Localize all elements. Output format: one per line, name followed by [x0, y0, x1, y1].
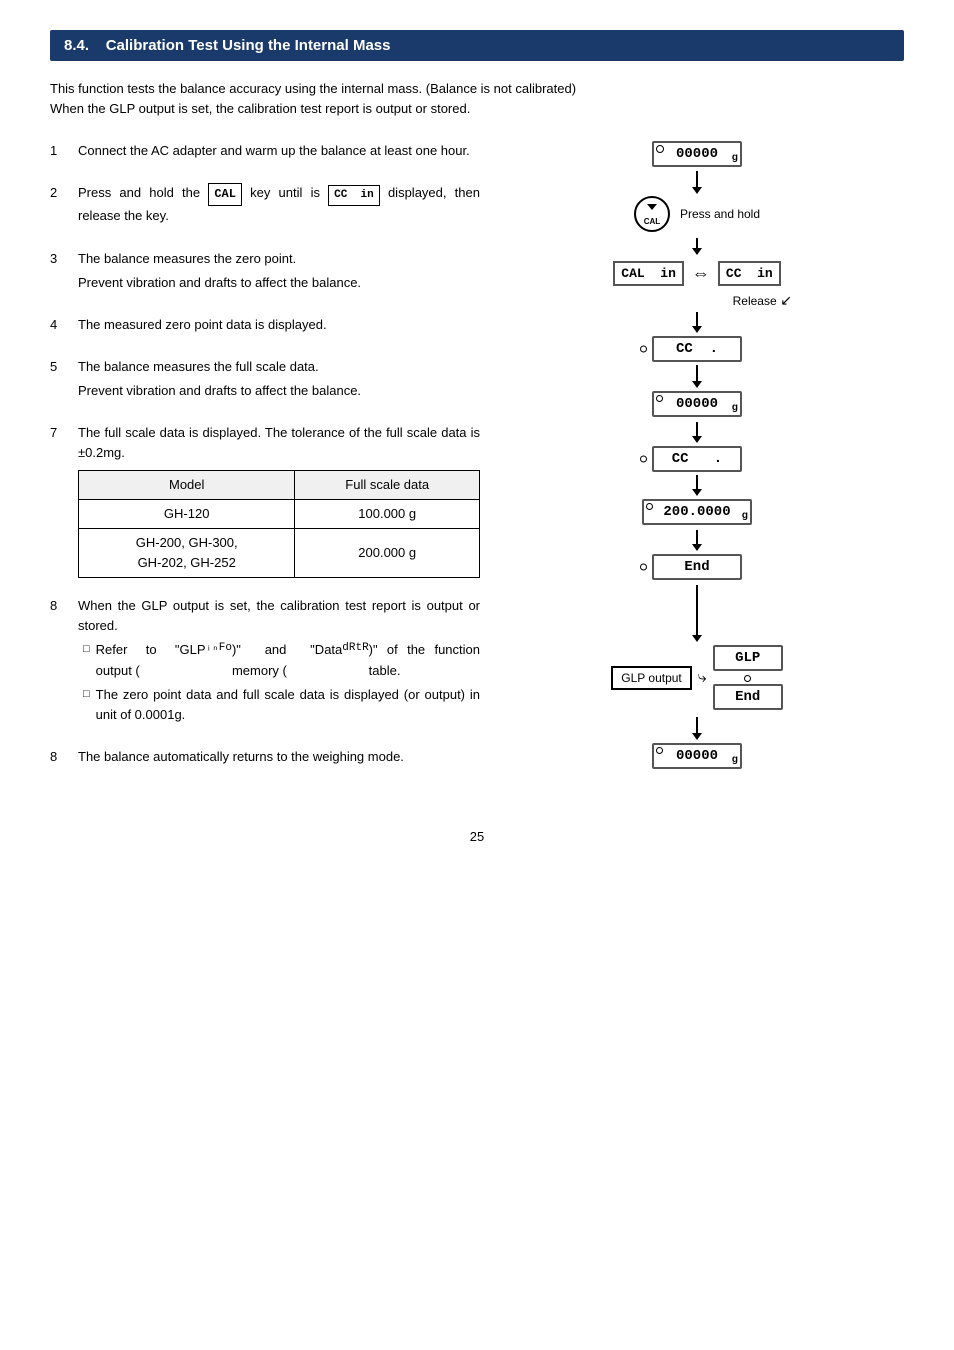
- table-row: GH-120 100.000 g: [79, 499, 480, 528]
- end2-display: End: [713, 684, 783, 710]
- diag-display1-value: 00000: [676, 146, 718, 162]
- section-title: Calibration Test Using the Internal Mass: [106, 37, 391, 54]
- glp-bullets: Refer to "GLP output (ᵢₙFo)" and "Data m…: [78, 640, 480, 725]
- end-display: End: [652, 554, 742, 580]
- table-row: GH-200, GH-300,GH-202, GH-252 200.000 g: [79, 528, 480, 577]
- diag-display3-value: 200.0000: [663, 504, 730, 520]
- press-hold-label: Press and hold: [680, 207, 760, 221]
- fork-arrow: ⤷: [698, 669, 707, 687]
- diag-display-4: 00000 g: [652, 743, 742, 769]
- step-4: 4 The measured zero point data is displa…: [50, 315, 480, 339]
- step-8b: 8 The balance automatically returns to t…: [50, 747, 480, 771]
- glp-display: GLP: [713, 645, 783, 671]
- step-8a: 8 When the GLP output is set, the calibr…: [50, 596, 480, 729]
- steps-column: 1 Connect the AC adapter and warm up the…: [50, 141, 490, 789]
- diag-display2-value: 00000: [676, 396, 718, 412]
- double-arrow: ⇔: [692, 263, 710, 284]
- step-2: 2 Press and hold the CAL key until is CC…: [50, 183, 480, 230]
- step-3: 3 The balance measures the zero point. P…: [50, 249, 480, 297]
- cc-in-display-inline: CC in: [328, 185, 380, 206]
- cal-key-label: CAL: [208, 183, 242, 206]
- fullscale-table: Model Full scale data GH-120 100.000 g G…: [78, 470, 480, 579]
- step-1: 1 Connect the AC adapter and warm up the…: [50, 141, 480, 165]
- cal-button[interactable]: CAL: [634, 196, 670, 232]
- cal-in-display: CAL in: [613, 261, 684, 286]
- diag-display4-value: 00000: [676, 748, 718, 764]
- step-7: 7 The full scale data is displayed. The …: [50, 423, 480, 578]
- cc-dot2-display: CC .: [652, 446, 742, 472]
- glp-output-label: GLP output: [611, 666, 692, 690]
- cc-dot-display: CC .: [652, 336, 742, 362]
- cal-cc-row: CAL in ⇔ CC in: [613, 261, 780, 286]
- cc-in-display: CC in: [718, 261, 781, 286]
- diag-display-2: 00000 g: [652, 391, 742, 417]
- page-number: 25: [50, 829, 904, 844]
- flow-diagram: 00000 g CAL Press and hold: [597, 141, 797, 771]
- section-number: 8.4.: [64, 37, 89, 54]
- step-5: 5 The balance measures the full scale da…: [50, 357, 480, 405]
- diagram-column: 00000 g CAL Press and hold: [490, 141, 904, 789]
- release-label: Release: [733, 294, 777, 308]
- diag-display-1: 00000 g: [652, 141, 742, 167]
- section-header: 8.4. Calibration Test Using the Internal…: [50, 30, 904, 61]
- diag-display-3: 200.0000 g: [642, 499, 752, 525]
- intro-text: This function tests the balance accuracy…: [50, 79, 904, 119]
- release-arrow: ↙: [780, 292, 792, 308]
